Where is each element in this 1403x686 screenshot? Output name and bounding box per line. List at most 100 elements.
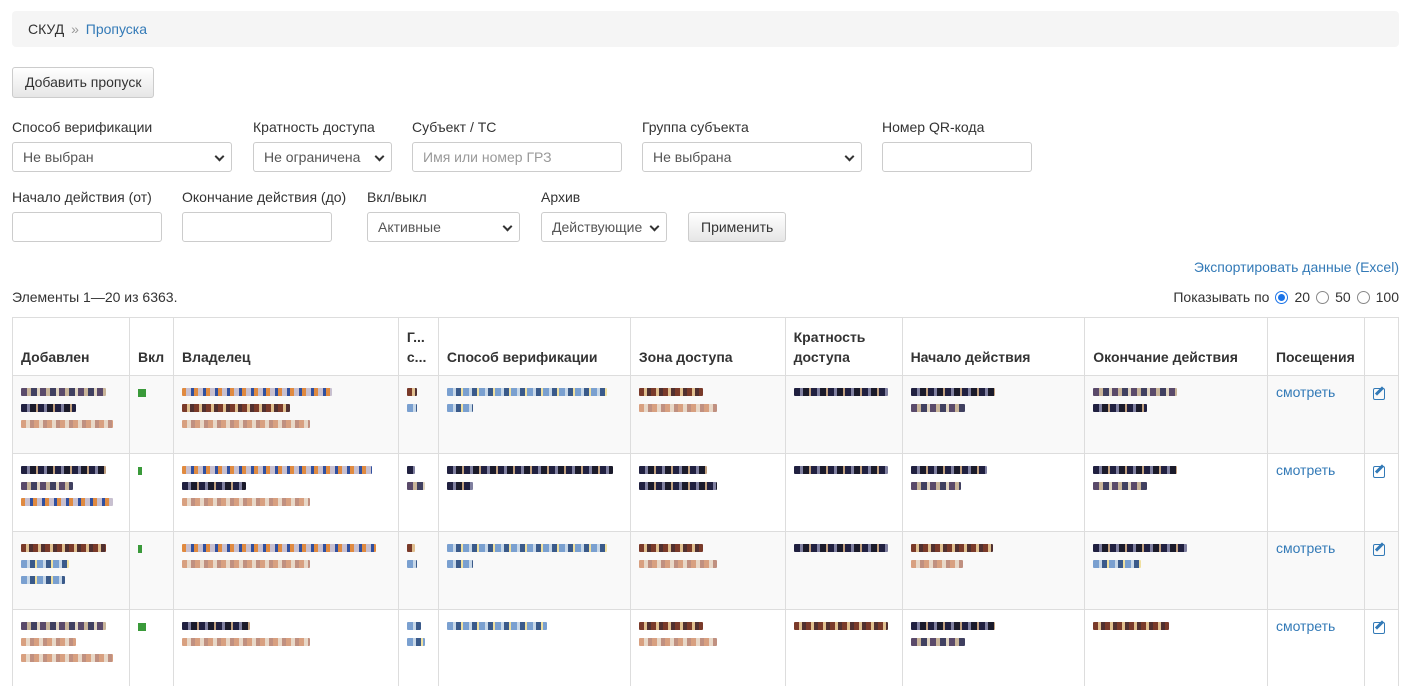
cell-added xyxy=(12,375,130,454)
col-added[interactable]: Добавлен xyxy=(12,317,130,376)
group-select[interactable]: Не выбрана xyxy=(642,142,862,172)
cell-multiplicity xyxy=(784,375,903,454)
multiplicity-label: Кратность доступа xyxy=(253,119,375,135)
cell-added xyxy=(12,453,130,532)
enabled-indicator xyxy=(137,623,146,631)
cell-group xyxy=(397,453,439,532)
cell-owner xyxy=(172,531,399,610)
onoff-label: Вкл/выкл xyxy=(367,189,427,205)
subject-label: Субъект / ТС xyxy=(412,119,497,135)
col-multiplicity[interactable]: Кратность доступа xyxy=(784,317,903,376)
add-pass-button[interactable]: Добавить пропуск xyxy=(12,67,155,98)
cell-group xyxy=(397,531,439,610)
table-row: смотреть xyxy=(12,609,1400,686)
onoff-select[interactable]: Активные xyxy=(367,212,520,242)
enabled-indicator xyxy=(137,389,146,397)
col-visits: Посещения xyxy=(1266,317,1365,376)
edit-icon[interactable] xyxy=(1372,466,1385,478)
cell-end xyxy=(1084,375,1268,454)
cell-end xyxy=(1084,609,1268,686)
cell-zone xyxy=(629,609,786,686)
per-page-20-label[interactable]: 20 xyxy=(1294,289,1310,305)
visits-link[interactable]: смотреть xyxy=(1276,540,1335,556)
multiplicity-select[interactable]: Не ограничена xyxy=(253,142,392,172)
cell-added xyxy=(12,609,130,686)
cell-zone xyxy=(629,531,786,610)
per-page-selector: Показывать по 20 50 100 xyxy=(1173,289,1399,305)
edit-icon[interactable] xyxy=(1372,622,1385,634)
verification-label: Способ верификации xyxy=(12,119,153,135)
table-row: смотреть xyxy=(12,453,1400,532)
cell-enabled xyxy=(128,375,174,454)
archive-label: Архив xyxy=(541,189,581,205)
cell-start xyxy=(901,375,1086,454)
per-page-100-radio[interactable] xyxy=(1356,290,1370,304)
cell-owner xyxy=(172,609,399,686)
col-enabled[interactable]: Вкл xyxy=(128,317,174,376)
per-page-20-radio[interactable] xyxy=(1275,290,1289,304)
cell-start xyxy=(901,531,1086,610)
breadcrumb-separator: » xyxy=(71,21,79,37)
cell-multiplicity xyxy=(784,531,903,610)
col-verification[interactable]: Способ верификации xyxy=(437,317,631,376)
per-page-50-radio[interactable] xyxy=(1316,290,1330,304)
end-date-input[interactable] xyxy=(182,212,332,242)
cell-visits: смотреть xyxy=(1266,609,1365,686)
subject-placeholder: Имя или номер ГРЗ xyxy=(423,149,552,165)
breadcrumb-current[interactable]: Пропуска xyxy=(86,21,147,37)
end-label: Окончание действия (до) xyxy=(182,189,347,205)
cell-owner xyxy=(172,375,399,454)
cell-actions xyxy=(1363,453,1400,532)
col-actions xyxy=(1363,317,1400,376)
group-label: Группа субъекта xyxy=(642,119,749,135)
cell-visits: смотреть xyxy=(1266,453,1365,532)
cell-verification xyxy=(437,531,631,610)
cell-multiplicity xyxy=(784,609,903,686)
cell-visits: смотреть xyxy=(1266,531,1365,610)
cell-multiplicity xyxy=(784,453,903,532)
start-label: Начало действия (от) xyxy=(12,189,152,205)
col-owner[interactable]: Владелец xyxy=(172,317,399,376)
table-row: смотреть xyxy=(12,375,1400,454)
col-end[interactable]: Окончание действия xyxy=(1084,317,1268,376)
visits-link[interactable]: смотреть xyxy=(1276,384,1335,400)
cell-visits: смотреть xyxy=(1266,375,1365,454)
cell-actions xyxy=(1363,531,1400,610)
cell-verification xyxy=(437,609,631,686)
table-row: смотреть xyxy=(12,531,1400,610)
cell-added xyxy=(12,531,130,610)
enabled-indicator xyxy=(137,545,142,553)
cell-enabled xyxy=(128,609,174,686)
archive-select[interactable]: Действующие xyxy=(541,212,667,242)
visits-link[interactable]: смотреть xyxy=(1276,618,1335,634)
cell-verification xyxy=(437,375,631,454)
edit-icon[interactable] xyxy=(1372,388,1385,400)
verification-select[interactable]: Не выбран xyxy=(12,142,232,172)
export-excel-link[interactable]: Экспортировать данные (Excel) xyxy=(1194,259,1399,275)
visits-link[interactable]: смотреть xyxy=(1276,462,1335,478)
col-start[interactable]: Начало действия xyxy=(901,317,1086,376)
items-summary: Элементы 1—20 из 6363. xyxy=(12,289,178,305)
breadcrumb: СКУД » Пропуска xyxy=(12,11,1399,47)
cell-start xyxy=(901,609,1086,686)
passes-table: Добавлен Вкл Владелец Г... с... Способ в… xyxy=(12,317,1400,686)
cell-end xyxy=(1084,531,1268,610)
table-header-row: Добавлен Вкл Владелец Г... с... Способ в… xyxy=(12,317,1400,376)
col-zone[interactable]: Зона доступа xyxy=(629,317,786,376)
start-date-input[interactable] xyxy=(12,212,162,242)
cell-owner xyxy=(172,453,399,532)
col-group[interactable]: Г... с... xyxy=(397,317,439,376)
qr-input[interactable] xyxy=(882,142,1032,172)
qr-label: Номер QR-кода xyxy=(882,119,985,135)
per-page-50-label[interactable]: 50 xyxy=(1335,289,1351,305)
per-page-label: Показывать по xyxy=(1173,289,1270,305)
per-page-100-label[interactable]: 100 xyxy=(1376,289,1399,305)
cell-verification xyxy=(437,453,631,532)
cell-zone xyxy=(629,375,786,454)
subject-input[interactable]: Имя или номер ГРЗ xyxy=(412,142,622,172)
cell-group xyxy=(397,375,439,454)
apply-button[interactable]: Применить xyxy=(688,212,787,242)
edit-icon[interactable] xyxy=(1372,544,1385,556)
breadcrumb-root[interactable]: СКУД xyxy=(28,21,64,37)
enabled-indicator xyxy=(137,467,142,475)
